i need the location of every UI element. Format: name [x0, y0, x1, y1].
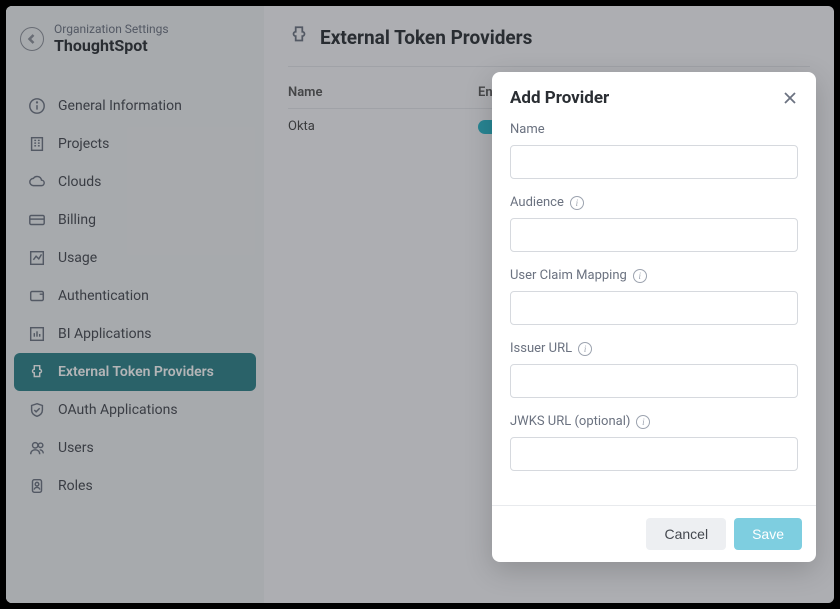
- field-label: Audience: [510, 195, 564, 210]
- jwks-input[interactable]: [510, 437, 798, 471]
- field-name: Name: [510, 122, 798, 179]
- modal-body: Name Audience i User Claim Mapping i: [492, 118, 816, 505]
- info-icon[interactable]: i: [633, 269, 647, 283]
- issuer-input[interactable]: [510, 364, 798, 398]
- audience-input[interactable]: [510, 218, 798, 252]
- add-provider-modal: Add Provider Name Audience i User Claim …: [492, 72, 816, 562]
- info-icon[interactable]: i: [570, 196, 584, 210]
- info-icon[interactable]: i: [578, 342, 592, 356]
- modal-title: Add Provider: [510, 88, 609, 108]
- field-label: JWKS URL (optional): [510, 414, 630, 429]
- field-label: Name: [510, 122, 545, 137]
- field-label: User Claim Mapping: [510, 268, 627, 283]
- field-jwks: JWKS URL (optional) i: [510, 414, 798, 471]
- app-window: Organization Settings ThoughtSpot Genera…: [6, 6, 834, 603]
- field-issuer: Issuer URL i: [510, 341, 798, 398]
- user-claim-input[interactable]: [510, 291, 798, 325]
- modal-footer: Cancel Save: [492, 505, 816, 562]
- close-button[interactable]: [782, 90, 798, 106]
- save-button[interactable]: Save: [734, 518, 802, 550]
- field-label: Issuer URL: [510, 341, 572, 356]
- cancel-button[interactable]: Cancel: [646, 518, 726, 550]
- info-icon[interactable]: i: [636, 415, 650, 429]
- modal-header: Add Provider: [492, 72, 816, 118]
- field-audience: Audience i: [510, 195, 798, 252]
- name-input[interactable]: [510, 145, 798, 179]
- field-user-claim: User Claim Mapping i: [510, 268, 798, 325]
